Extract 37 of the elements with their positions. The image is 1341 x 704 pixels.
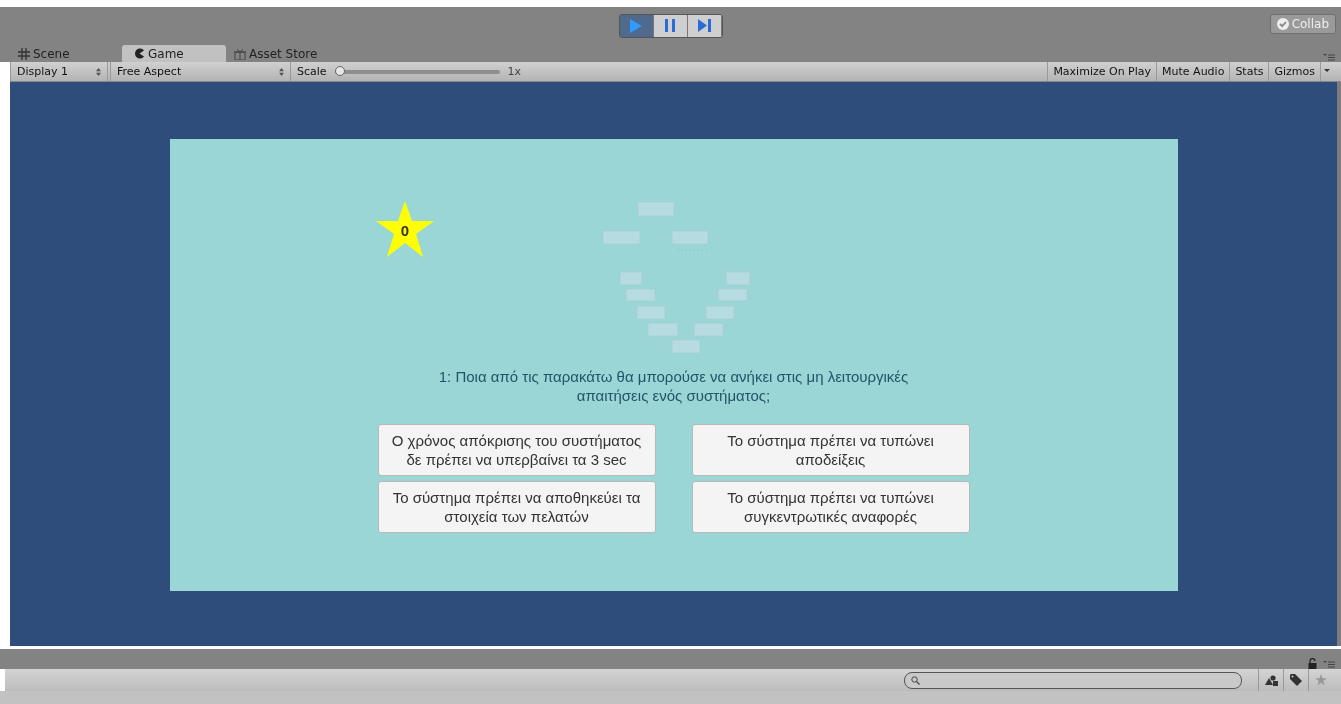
aspect-dropdown[interactable]: Free Aspect [110,62,291,81]
toggle-button[interactable]: Maximize On Play [1047,62,1157,81]
scale-label: Scale [296,65,328,78]
menu-icon[interactable] [1323,53,1335,61]
answer-button[interactable]: Το σύστημα πρέπει να τυπώνει αποδείξεις [691,424,970,476]
toggle-button[interactable]: Stats [1229,62,1269,81]
pause-button[interactable] [653,14,688,37]
tab[interactable]: Scene [14,45,118,62]
lock-icon[interactable] [1308,658,1317,669]
display-dropdown[interactable]: Display 1 [10,62,108,81]
answer-button[interactable]: Ο χρόνος απόκρισης του συστήματος δε πρέπει να υπερβαίνει τα 3 sec [377,424,656,476]
gift-icon [234,47,246,60]
play-icon [630,18,642,33]
play-button[interactable] [619,14,654,37]
toggle-button[interactable]: Gizmos [1268,62,1320,81]
score-star: 0 [375,201,434,257]
tab[interactable]: Game [122,45,226,62]
dropdown-icon[interactable] [1320,62,1333,81]
grid-icon [18,47,30,60]
step-icon [697,19,711,32]
answer-button[interactable]: Το σύστημα πρέπει να αποθηκεύει τα στοιχεία των πελατών [377,481,656,533]
toggle-button[interactable]: Mute Audio [1156,62,1230,81]
answer-button[interactable]: Το σύστημα πρέπει να τυπώνει συγκεντρωτικές αναφορές [691,481,970,533]
step-button[interactable] [687,14,722,37]
tab[interactable]: Asset Store [230,45,334,62]
check-icon [1276,18,1289,30]
updown-icon [96,67,101,76]
search-field[interactable] [904,671,1242,689]
pacman-icon [134,48,145,59]
menu-icon[interactable] [1323,660,1335,668]
question-text: 1: Ποια από τις παρακάτω θα μπορούσε να ανήκει στις μη λειτουργικές απαιτήσεις ενός συστήματος; [437,367,910,405]
search-icon [911,675,920,685]
updown-icon [279,67,284,76]
scale-slider[interactable] [334,69,500,74]
scale-reading: 1x [507,65,522,78]
slider-thumb[interactable] [334,65,345,76]
pause-icon [665,19,675,32]
